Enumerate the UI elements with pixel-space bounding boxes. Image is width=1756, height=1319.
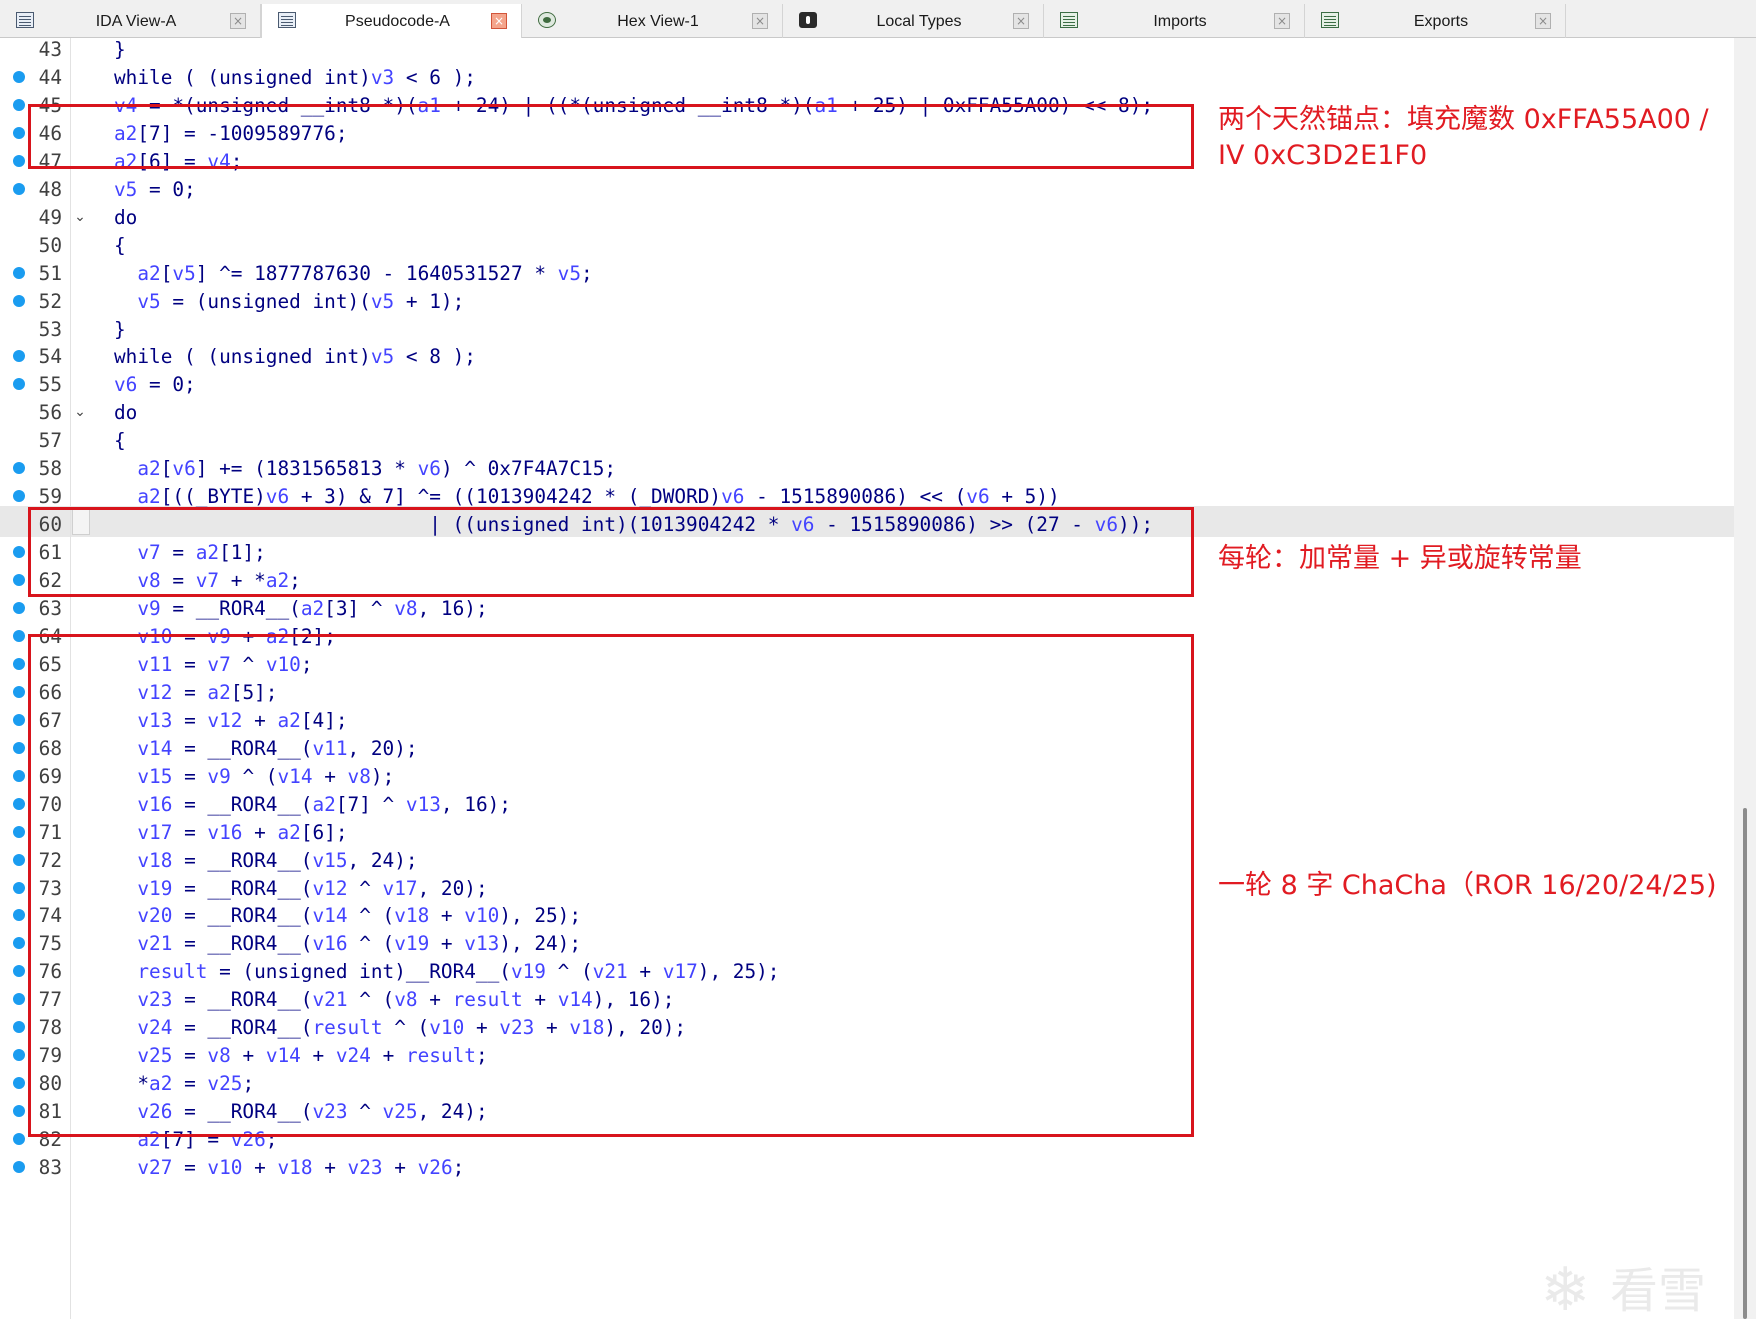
annotation-box-round-constants <box>28 507 1194 597</box>
annotation-box-anchors <box>28 104 1194 169</box>
annotation-text-chacha-round: 一轮 8 字 ChaCha（ROR 16/20/24/25) <box>1218 868 1717 904</box>
tab-label: Pseudocode-A <box>345 13 450 30</box>
tab-label: Exports <box>1413 13 1469 30</box>
code-line[interactable]: 52 v5 = (unsigned int)(v5 + 1); <box>0 286 1734 317</box>
close-icon[interactable]: × <box>752 13 768 29</box>
tab-ida-view-a[interactable]: IDA View-A × <box>0 4 261 38</box>
ida-view-icon <box>16 12 34 28</box>
code-line[interactable]: 53} <box>0 314 1734 345</box>
line-number: 58 <box>38 457 62 481</box>
fold-chevron-icon[interactable]: ⌄ <box>72 397 88 428</box>
line-number: 54 <box>38 345 62 369</box>
code-text: v5 = 0; <box>114 177 196 201</box>
code-line[interactable]: 49 ⌄ do <box>0 202 1734 233</box>
code-line[interactable]: 50 { <box>0 230 1734 261</box>
code-text: a2[v5] ^= 1877787630 - 1640531527 * v5; <box>137 261 593 285</box>
tab-imports[interactable]: Imports × <box>1044 4 1305 38</box>
annotation-text-line: 一轮 8 字 ChaCha（ROR 16/20/24/25) <box>1218 870 1717 901</box>
close-icon[interactable]: × <box>230 13 246 29</box>
code-line[interactable]: 58 a2[v6] += (1831565813 * v6) ^ 0x7F4A7… <box>0 453 1734 484</box>
line-number: 51 <box>38 261 62 285</box>
code-line[interactable]: 48 v5 = 0; <box>0 174 1734 205</box>
line-number: 52 <box>38 289 62 313</box>
annotation-text-anchors: 两个天然锚点：填充魔数 0xFFA55A00 / IV 0xC3D2E1F0 <box>1218 102 1709 174</box>
code-text: v6 = 0; <box>114 373 196 397</box>
line-number: 48 <box>38 177 62 201</box>
line-number: 44 <box>38 65 62 89</box>
code-line[interactable]: 51 a2[v5] ^= 1877787630 - 1640531527 * v… <box>0 258 1734 289</box>
code-line[interactable]: 83 v27 = v10 + v18 + v23 + v26; <box>0 1152 1734 1183</box>
code-line[interactable]: 43} <box>0 38 1734 65</box>
tab-label: IDA View-A <box>95 13 177 30</box>
line-number: 49 <box>38 205 62 229</box>
pseudocode-icon <box>278 12 296 28</box>
line-number: 57 <box>38 429 62 453</box>
line-number: 55 <box>38 373 62 397</box>
tab-label: Hex View-1 <box>617 13 699 30</box>
pseudocode-view[interactable]: 43} 44 while ( (unsigned int)v3 < 6 ); 45 v4… <box>0 38 1734 1319</box>
code-text: do <box>114 401 138 425</box>
imports-icon <box>1060 12 1078 28</box>
close-icon[interactable]: × <box>1535 13 1551 29</box>
tab-hex-view-1[interactable]: Hex View-1 × <box>522 4 783 38</box>
code-text: { <box>114 233 126 257</box>
local-types-icon <box>799 12 817 28</box>
code-line[interactable]: 63 v9 = __ROR4__(a2[3] ^ v8, 16); <box>0 593 1734 624</box>
watermark: ❄ 看雪 <box>1540 1255 1730 1319</box>
tab-bar: IDA View-A × Pseudocode-A × Hex View-1 × Local… <box>0 0 1756 39</box>
annotation-box-chacha-round <box>28 634 1194 1137</box>
code-text: while ( (unsigned int)v5 < 8 ); <box>114 345 476 369</box>
code-text: } <box>114 38 126 61</box>
annotation-text-line: IV 0xC3D2E1F0 <box>1218 140 1428 171</box>
code-line[interactable]: 44 while ( (unsigned int)v3 < 6 ); <box>0 62 1734 93</box>
annotation-text-line: 两个天然锚点：填充魔数 0xFFA55A00 / <box>1218 104 1709 135</box>
line-number: 63 <box>38 597 62 620</box>
line-number: 53 <box>38 317 62 341</box>
code-text: do <box>114 205 138 229</box>
annotation-text-round-constants: 每轮：加常量 + 异或旋转常量 <box>1218 541 1582 577</box>
fold-chevron-icon[interactable]: ⌄ <box>72 202 88 233</box>
tab-pseudocode-a[interactable]: Pseudocode-A × <box>261 4 522 39</box>
tab-label: Local Types <box>876 13 962 30</box>
annotation-text-line: 每轮：加常量 + 异或旋转常量 <box>1218 543 1582 574</box>
close-icon[interactable]: × <box>1013 13 1029 29</box>
vertical-scrollbar[interactable] <box>1734 38 1756 1319</box>
code-line[interactable]: 55 v6 = 0; <box>0 369 1734 400</box>
scrollbar-thumb[interactable] <box>1743 808 1747 1319</box>
line-number: 56 <box>38 401 62 425</box>
line-number: 43 <box>38 38 62 61</box>
code-text: v5 = (unsigned int)(v5 + 1); <box>137 289 465 313</box>
tab-label: Imports <box>1153 13 1207 30</box>
close-icon[interactable]: × <box>1274 13 1290 29</box>
close-icon[interactable]: × <box>491 13 507 29</box>
code-line[interactable]: 54 while ( (unsigned int)v5 < 8 ); <box>0 341 1734 372</box>
line-number: 50 <box>38 233 62 257</box>
code-text: } <box>114 317 126 341</box>
code-text: v9 = __ROR4__(a2[3] ^ v8, 16); <box>137 597 488 620</box>
tab-local-types[interactable]: Local Types × <box>783 4 1044 38</box>
hex-view-icon <box>538 12 556 28</box>
code-text: { <box>114 429 126 453</box>
snowflake-icon: ❄ <box>1540 1255 1591 1319</box>
line-number: 83 <box>38 1156 62 1179</box>
code-line[interactable]: 56 ⌄ do <box>0 397 1734 428</box>
code-text: while ( (unsigned int)v3 < 6 ); <box>114 65 476 89</box>
code-text: a2[v6] += (1831565813 * v6) ^ 0x7F4A7C15… <box>137 457 617 481</box>
watermark-text: 看雪 <box>1610 1263 1707 1319</box>
exports-icon <box>1321 12 1339 28</box>
code-text: v27 = v10 + v18 + v23 + v26; <box>137 1156 465 1179</box>
code-line[interactable]: 57 { <box>0 425 1734 456</box>
tab-exports[interactable]: Exports × <box>1305 4 1566 38</box>
